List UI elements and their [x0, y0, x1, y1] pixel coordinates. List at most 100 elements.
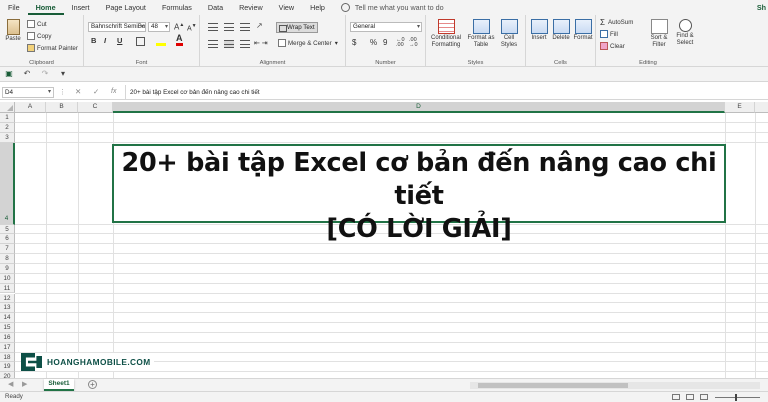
scrollbar-thumb[interactable]	[478, 383, 628, 388]
number-format-dropdown[interactable]: General	[350, 22, 422, 32]
prev-sheet-icon[interactable]: ◀	[8, 380, 13, 388]
row-header[interactable]: 13	[0, 303, 15, 314]
undo-icon[interactable]: ↶	[22, 69, 32, 79]
decrease-decimal-icon[interactable]: .00 →0	[409, 37, 418, 48]
underline-button[interactable]: U	[117, 36, 122, 45]
share-button[interactable]: Sh	[757, 0, 766, 15]
currency-button[interactable]: $	[352, 38, 356, 47]
column-header-a[interactable]: A	[15, 102, 46, 113]
row-header[interactable]: 5	[0, 224, 15, 235]
zoom-slider[interactable]	[715, 394, 760, 401]
row-header[interactable]: 9	[0, 263, 15, 274]
font-size-dropdown[interactable]: 48	[148, 22, 170, 32]
next-sheet-icon[interactable]: ▶	[22, 380, 27, 388]
conditional-formatting-button[interactable]: Conditional Formatting	[428, 19, 464, 49]
row-header[interactable]: 15	[0, 323, 15, 333]
shrink-font-icon[interactable]: A▼	[187, 23, 197, 32]
row-header[interactable]: 19	[0, 362, 15, 373]
fill-color-icon[interactable]	[156, 37, 166, 46]
borders-icon[interactable]	[136, 37, 145, 46]
row-header[interactable]: 4	[0, 142, 15, 225]
tab-review[interactable]: Review	[231, 0, 271, 15]
row-header[interactable]: 2	[0, 122, 15, 133]
cell-styles-button[interactable]: Cell Styles	[496, 19, 522, 49]
sort-filter-button[interactable]: Sort & Filter	[646, 19, 672, 49]
middle-align-icon[interactable]	[224, 23, 234, 31]
italic-button[interactable]: I	[104, 36, 106, 45]
cancel-icon[interactable]: ✕	[75, 87, 81, 96]
column-header-e[interactable]: E	[725, 102, 755, 113]
align-center-icon[interactable]	[224, 40, 234, 48]
align-left-icon[interactable]	[208, 40, 218, 48]
row-header[interactable]: 6	[0, 234, 15, 245]
page-break-view-icon[interactable]	[700, 394, 708, 400]
insert-function-icon[interactable]: fx	[111, 88, 116, 95]
formula-input[interactable]: 20+ bài tập Excel cơ bản đến nâng cao ch…	[125, 85, 768, 100]
row-header[interactable]: 12	[0, 293, 15, 304]
tab-page-layout[interactable]: Page Layout	[98, 0, 154, 15]
font-name-dropdown[interactable]: Bahnschrift SemiBo	[88, 22, 146, 32]
row-header[interactable]: 8	[0, 254, 15, 264]
row-header[interactable]: 3	[0, 132, 15, 143]
align-right-icon[interactable]	[240, 40, 250, 48]
row-header[interactable]: 10	[0, 273, 15, 284]
font-label: Font	[135, 60, 148, 66]
row-header[interactable]: 18	[0, 352, 15, 363]
percent-button[interactable]: %	[370, 38, 377, 47]
delete-cells-button[interactable]: Delete	[550, 19, 572, 42]
tab-view[interactable]: View	[271, 0, 302, 15]
tab-help[interactable]: Help	[302, 0, 333, 15]
redo-icon[interactable]: ↷	[40, 69, 50, 79]
tab-data[interactable]: Data	[200, 0, 231, 15]
merge-center-button[interactable]: Merge & Center ▾	[278, 39, 338, 47]
worksheet-grid[interactable]: A B C D E 1 2 3 4 5 6 7 8 9 10 11 12 13 14 15 16 17 18 19 2…	[0, 102, 768, 378]
clear-button[interactable]: Clear	[600, 42, 625, 50]
select-all-button[interactable]	[0, 102, 15, 113]
tab-file[interactable]: File	[0, 0, 28, 15]
customize-toolbar-icon[interactable]: ▾	[58, 69, 68, 79]
tab-home[interactable]: Home	[27, 0, 64, 15]
bold-button[interactable]: B	[91, 36, 96, 45]
fill-button[interactable]: Fill	[600, 30, 618, 38]
row-header[interactable]: 1	[0, 113, 15, 123]
wrap-text-button[interactable]: Wrap Text	[276, 22, 318, 33]
insert-cells-button[interactable]: Insert	[528, 19, 550, 42]
row-header[interactable]: 7	[0, 244, 15, 255]
find-select-button[interactable]: Find & Select	[672, 19, 698, 47]
tab-insert[interactable]: Insert	[64, 0, 98, 15]
page-layout-view-icon[interactable]	[686, 394, 694, 400]
format-painter-button[interactable]: Format Painter	[27, 44, 78, 52]
comma-button[interactable]: 9	[383, 38, 387, 47]
horizontal-scrollbar[interactable]	[470, 382, 760, 389]
confirm-icon[interactable]: ✓	[93, 87, 99, 96]
grow-font-icon[interactable]: A▲	[174, 22, 184, 32]
font-color-icon[interactable]: A	[176, 34, 183, 46]
column-header-c[interactable]: C	[78, 102, 113, 113]
orientation-icon[interactable]: ↗	[256, 21, 263, 30]
indent-icon[interactable]: ⇤ ⇥	[254, 39, 268, 47]
name-box[interactable]: D4	[2, 87, 54, 98]
paste-button[interactable]: Paste	[4, 19, 22, 43]
normal-view-icon[interactable]	[672, 394, 680, 400]
add-sheet-button[interactable]: +	[88, 380, 97, 389]
bottom-align-icon[interactable]	[240, 23, 250, 31]
column-header-d[interactable]: D	[113, 102, 725, 113]
top-align-icon[interactable]	[208, 23, 218, 31]
increase-decimal-icon[interactable]: ←0.00	[396, 37, 405, 48]
sheet-tab-sheet1[interactable]: Sheet1	[44, 379, 74, 391]
format-cells-button[interactable]: Format	[572, 19, 594, 42]
tell-me-search[interactable]: Tell me what you want to do	[340, 3, 444, 12]
save-icon[interactable]: ▣	[4, 69, 14, 79]
tab-formulas[interactable]: Formulas	[154, 0, 200, 15]
row-header[interactable]: 17	[0, 342, 15, 353]
copy-button[interactable]: Copy	[27, 32, 51, 40]
autosum-button[interactable]: Σ AutoSum	[600, 18, 633, 27]
insert-label: Insert	[531, 35, 547, 41]
row-header[interactable]: 16	[0, 332, 15, 343]
cut-button[interactable]: Cut	[27, 20, 47, 28]
format-as-table-button[interactable]: Format as Table	[466, 19, 496, 49]
column-header-f-partial[interactable]	[755, 102, 768, 113]
column-header-b[interactable]: B	[46, 102, 78, 113]
row-header[interactable]: 11	[0, 283, 15, 294]
row-header[interactable]: 14	[0, 313, 15, 324]
